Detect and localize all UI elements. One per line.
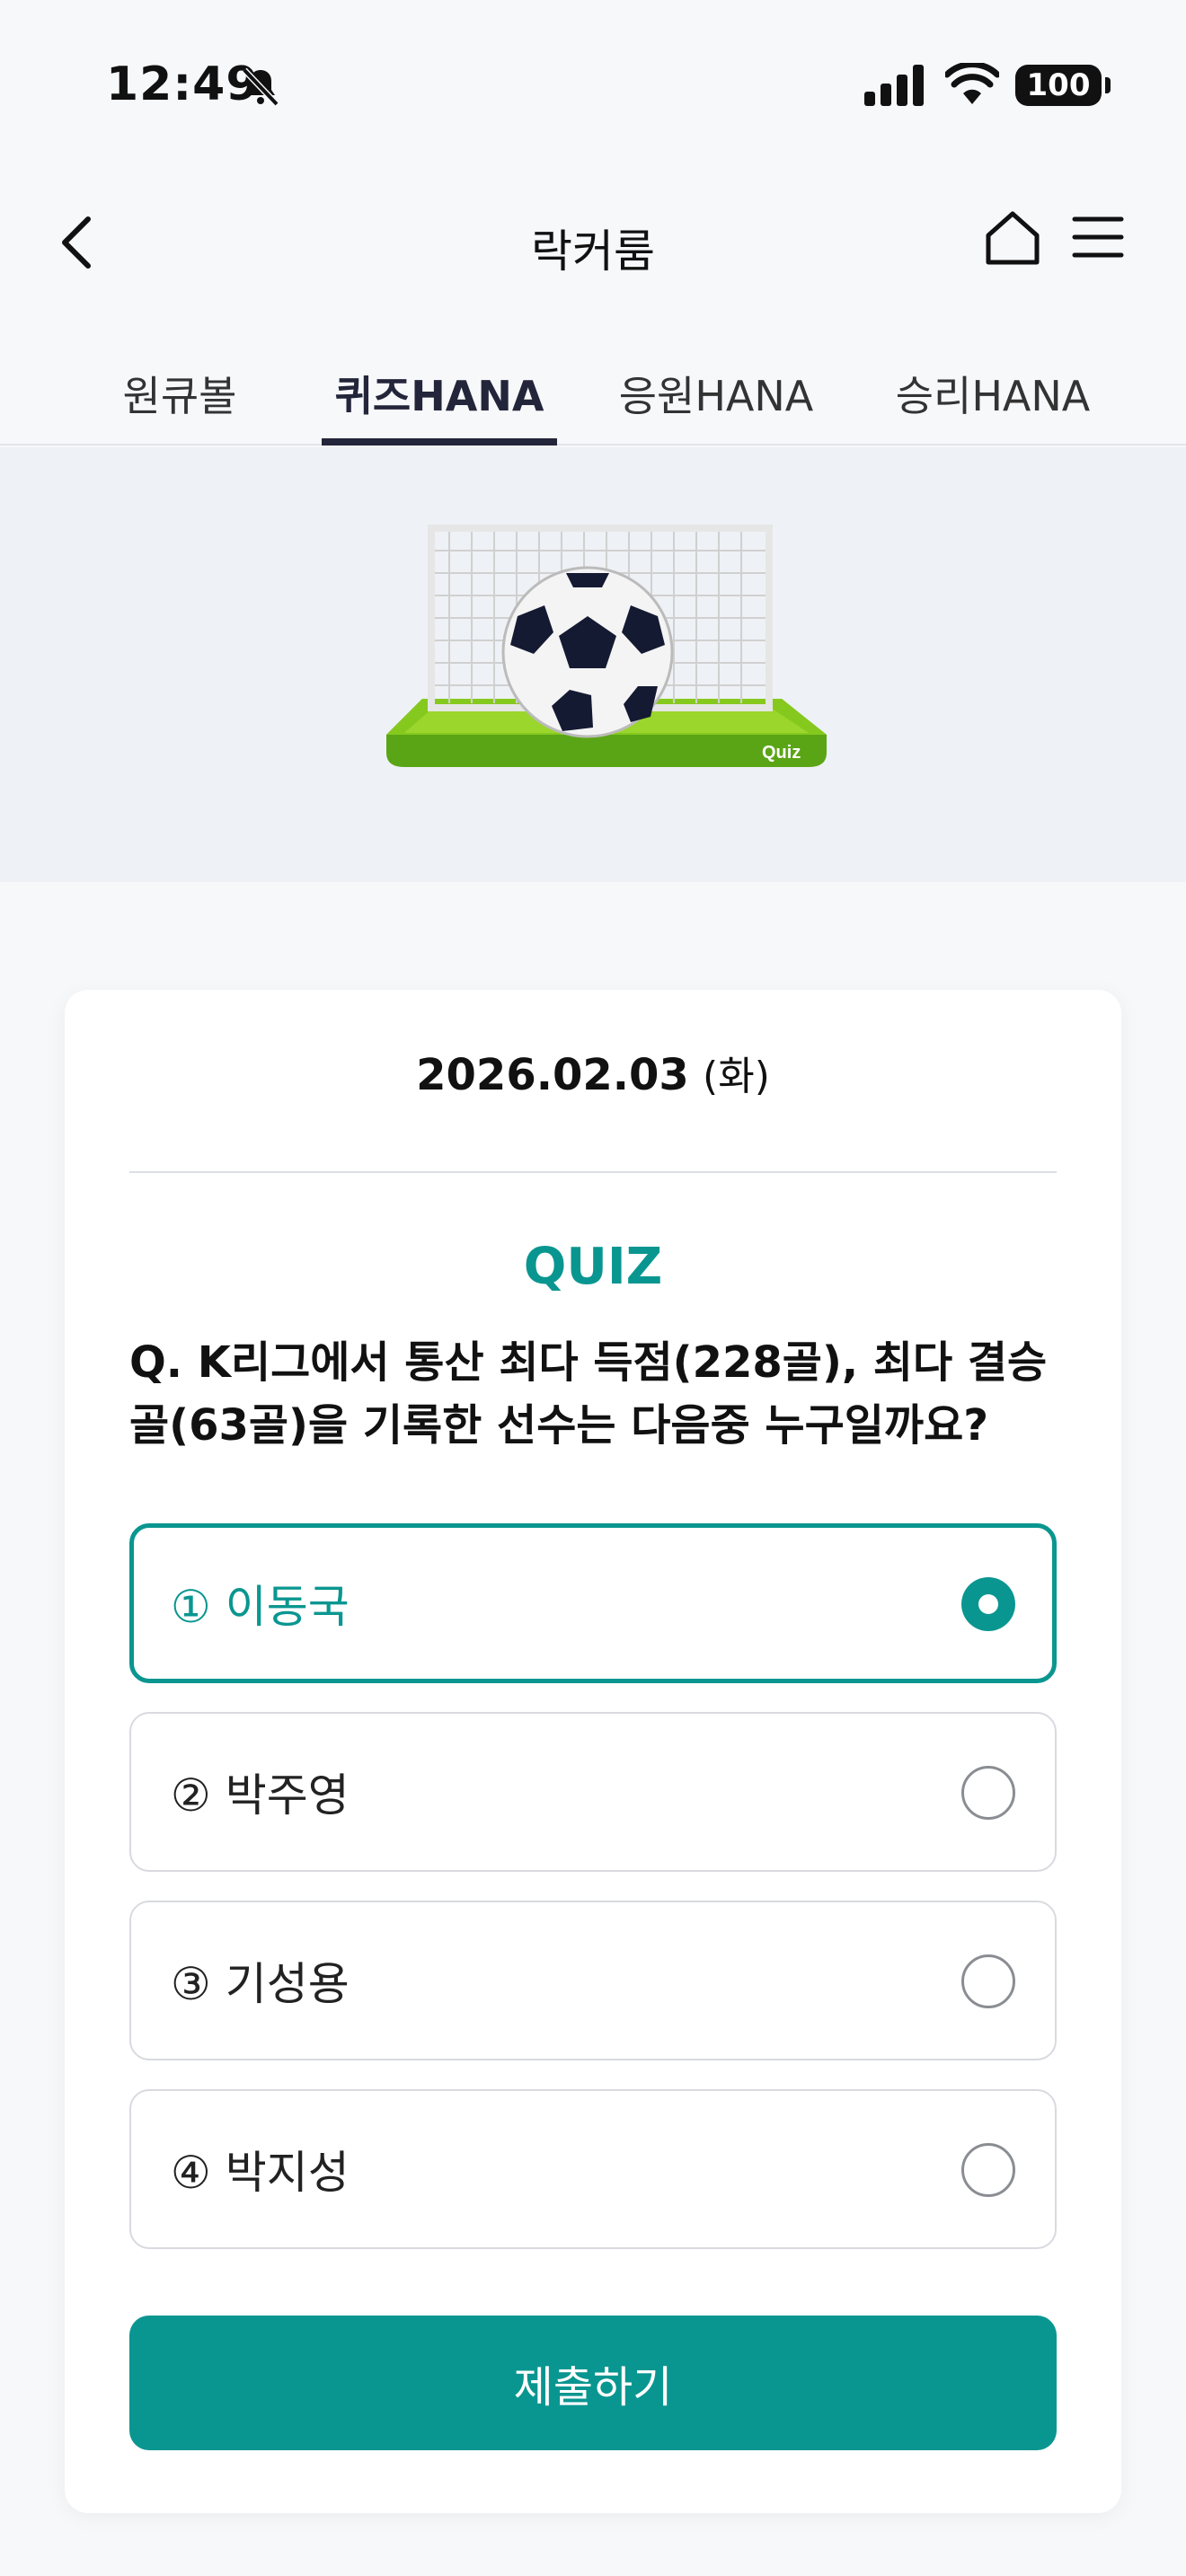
radio-unselected-icon[interactable]: [961, 2143, 1015, 2197]
banner-quiz-badge: Quiz: [762, 743, 801, 763]
quiz-option-label: ② 박주영: [171, 1769, 350, 1822]
status-time: 12:49: [106, 57, 260, 111]
quiz-option-label: ④ 박지성: [171, 2147, 350, 2199]
menu-icon[interactable]: [1071, 210, 1125, 264]
radio-unselected-icon[interactable]: [961, 1954, 1015, 2008]
radio-selected-icon[interactable]: [961, 1577, 1015, 1631]
quiz-option-1[interactable]: ① 이동국: [129, 1523, 1057, 1683]
quiz-weekday: (화): [703, 1054, 770, 1099]
submit-button[interactable]: 제출하기: [129, 2316, 1057, 2450]
quiz-option-label: ③ 기성용: [171, 1958, 350, 2010]
quiz-option-3[interactable]: ③ 기성용: [129, 1901, 1057, 2060]
quiz-heading: QUIZ: [523, 1238, 663, 1296]
status-bar: 12:49 100: [0, 0, 1186, 171]
quiz-card: 2026.02.03 (화) QUIZ Q. K리그에서 통산 최다 득점(22…: [65, 990, 1121, 2513]
nav-header: 락커룸: [0, 171, 1186, 305]
quiz-date: 2026.02.03 (화): [65, 1044, 1121, 1101]
quiz-question: Q. K리그에서 통산 최다 득점(228골), 최다 결승골(63골)을 기록…: [129, 1337, 1048, 1451]
soccer-goal-illustration: Quiz: [386, 525, 827, 767]
home-icon[interactable]: [983, 208, 1042, 268]
quiz-option-4[interactable]: ④ 박지성: [129, 2089, 1057, 2249]
active-tab-indicator: [322, 438, 557, 446]
tab-bar: 원큐볼 퀴즈HANA 응원HANA 승리HANA: [0, 341, 1186, 446]
quiz-option-2[interactable]: ② 박주영: [129, 1712, 1057, 1872]
quiz-option-label: ① 이동국: [171, 1581, 350, 1633]
quiz-banner: Quiz: [0, 447, 1186, 882]
tab-quiz-hana[interactable]: 퀴즈HANA: [322, 341, 557, 446]
wifi-icon: [945, 63, 999, 104]
tab-cheer-hana[interactable]: 응원HANA: [598, 341, 834, 446]
signal-icon: [864, 65, 924, 106]
battery-cap: [1105, 77, 1111, 93]
divider: [129, 1171, 1057, 1173]
tab-victory-hana[interactable]: 승리HANA: [875, 341, 1111, 446]
bell-slash-icon: [242, 67, 279, 107]
tab-onequeball[interactable]: 원큐볼: [81, 341, 279, 446]
quiz-date-value: 2026.02.03: [416, 1050, 689, 1100]
battery-icon: 100: [1015, 65, 1102, 106]
radio-unselected-icon[interactable]: [961, 1766, 1015, 1820]
